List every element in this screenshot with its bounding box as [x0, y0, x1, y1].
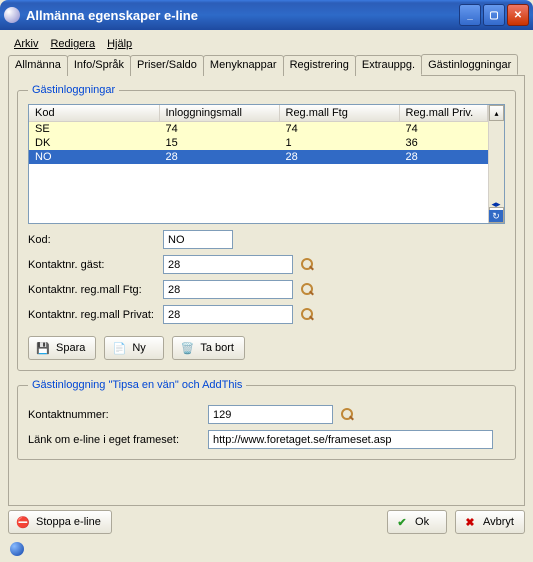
menu-hjalp[interactable]: Hjälp: [107, 38, 132, 50]
kontakt-input[interactable]: [208, 405, 333, 424]
check-icon: ✔: [394, 514, 410, 530]
tab-extrauppg[interactable]: Extrauppg.: [355, 55, 422, 76]
tipsa-group: Gästinloggning "Tipsa en vän" och AddThi…: [17, 379, 516, 460]
priv-lookup-button[interactable]: [299, 307, 315, 323]
tab-priser-saldo[interactable]: Priser/Saldo: [130, 55, 204, 76]
table-row[interactable]: SE 74 74 74: [29, 122, 488, 137]
tab-body: Gästinloggningar Kod Inloggningsmall Reg…: [8, 75, 525, 506]
window-title: Allmänna egenskaper e-line: [26, 8, 459, 23]
table-row-selected[interactable]: NO 28 28 28: [29, 150, 488, 164]
spara-button[interactable]: 💾 Spara: [28, 336, 96, 360]
link-label: Länk om e-line i eget frameset:: [28, 434, 208, 446]
stoppa-button[interactable]: ⛔ Stoppa e-line: [8, 510, 112, 534]
tabort-label: Ta bort: [200, 342, 234, 354]
cell-ftg: 28: [279, 150, 399, 164]
tipsa-legend: Gästinloggning "Tipsa en vän" och AddThi…: [28, 379, 246, 391]
nav-arrows-icon[interactable]: ◂▸: [489, 198, 503, 210]
kontakt-label: Kontaktnummer:: [28, 409, 208, 421]
cell-inlogg: 15: [159, 136, 279, 150]
tab-gastinloggningar[interactable]: Gästinloggningar: [421, 54, 518, 75]
ftg-label: Kontaktnr. reg.mall Ftg:: [28, 284, 163, 296]
search-icon: [301, 283, 314, 296]
gast-label: Kontaktnr. gäst:: [28, 259, 163, 271]
ny-label: Ny: [132, 342, 145, 354]
ok-button[interactable]: ✔ Ok: [387, 510, 447, 534]
cancel-icon: ✖: [462, 514, 478, 530]
stoppa-label: Stoppa e-line: [36, 516, 101, 528]
disk-icon: 💾: [35, 340, 51, 356]
ok-label: Ok: [415, 516, 429, 528]
tab-menyknappar[interactable]: Menyknappar: [203, 55, 284, 76]
nav-refresh-icon[interactable]: ↻: [489, 210, 503, 222]
app-icon: [4, 7, 20, 23]
col-priv[interactable]: Reg.mall Priv.: [399, 105, 488, 122]
gast-lookup-button[interactable]: [299, 257, 315, 273]
close-button[interactable]: ✕: [507, 4, 529, 26]
tab-strip: Allmänna Info/Språk Priser/Saldo Menykna…: [8, 54, 525, 75]
delete-icon: 🗑️: [179, 340, 195, 356]
tab-registrering[interactable]: Registrering: [283, 55, 356, 76]
ny-button[interactable]: 📄 Ny: [104, 336, 164, 360]
new-icon: 📄: [111, 340, 127, 356]
tab-info-sprak[interactable]: Info/Språk: [67, 55, 131, 76]
grid-nav-icons: ◂▸ ↻: [489, 198, 503, 222]
status-icon: [10, 542, 24, 556]
kod-input[interactable]: [163, 230, 233, 249]
cell-ftg: 1: [279, 136, 399, 150]
avbryt-label: Avbryt: [483, 516, 514, 528]
kontakt-lookup-button[interactable]: [339, 407, 355, 423]
link-input[interactable]: [208, 430, 493, 449]
maximize-button[interactable]: ▢: [483, 4, 505, 26]
minimize-button[interactable]: _: [459, 4, 481, 26]
cell-priv: 74: [399, 122, 488, 137]
table-row[interactable]: DK 15 1 36: [29, 136, 488, 150]
priv-label: Kontaktnr. reg.mall Privat:: [28, 309, 163, 321]
spara-label: Spara: [56, 342, 85, 354]
col-ftg[interactable]: Reg.mall Ftg: [279, 105, 399, 122]
tab-allmanna[interactable]: Allmänna: [8, 55, 68, 76]
col-kod[interactable]: Kod: [29, 105, 159, 122]
search-icon: [301, 308, 314, 321]
cell-kod: NO: [29, 150, 159, 164]
gast-input[interactable]: [163, 255, 293, 274]
cell-priv: 28: [399, 150, 488, 164]
cell-ftg: 74: [279, 122, 399, 137]
menubar: Arkiv Redigera Hjälp: [8, 34, 525, 54]
menu-redigera[interactable]: Redigera: [50, 38, 95, 50]
priv-input[interactable]: [163, 305, 293, 324]
cell-inlogg: 74: [159, 122, 279, 137]
stop-icon: ⛔: [15, 514, 31, 530]
menu-arkiv[interactable]: Arkiv: [14, 38, 38, 50]
cell-kod: DK: [29, 136, 159, 150]
statusbar: [8, 540, 525, 558]
cell-inlogg: 28: [159, 150, 279, 164]
cell-kod: SE: [29, 122, 159, 137]
scroll-up-icon[interactable]: ▴: [489, 105, 504, 121]
kod-label: Kod:: [28, 234, 163, 246]
search-icon: [301, 258, 314, 271]
cell-priv: 36: [399, 136, 488, 150]
col-inlogg[interactable]: Inloggningsmall: [159, 105, 279, 122]
ftg-lookup-button[interactable]: [299, 282, 315, 298]
window-controls: _ ▢ ✕: [459, 4, 529, 26]
tabort-button[interactable]: 🗑️ Ta bort: [172, 336, 245, 360]
search-icon: [341, 408, 354, 421]
gastinloggningar-group: Gästinloggningar Kod Inloggningsmall Reg…: [17, 84, 516, 371]
gastinloggningar-legend: Gästinloggningar: [28, 84, 119, 96]
avbryt-button[interactable]: ✖ Avbryt: [455, 510, 525, 534]
ftg-input[interactable]: [163, 280, 293, 299]
grid[interactable]: Kod Inloggningsmall Reg.mall Ftg Reg.mal…: [28, 104, 505, 224]
titlebar: Allmänna egenskaper e-line _ ▢ ✕: [0, 0, 533, 30]
bottom-bar: ⛔ Stoppa e-line ✔ Ok ✖ Avbryt: [8, 510, 525, 534]
